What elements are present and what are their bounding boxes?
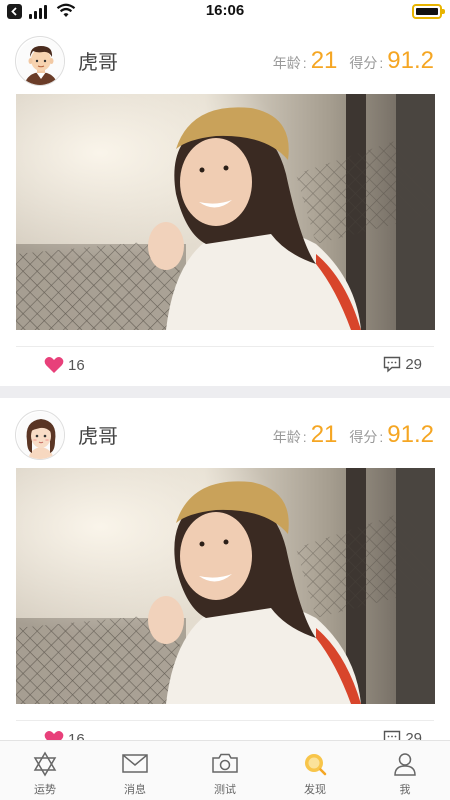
heart-icon — [44, 730, 64, 740]
like-button[interactable]: 16 — [44, 356, 85, 374]
score-label: 得分 — [349, 430, 378, 446]
status-time: 16:06 — [205, 2, 245, 19]
tab-test[interactable]: 测试 — [180, 741, 270, 800]
male-avatar-icon[interactable] — [15, 36, 65, 86]
tab-fortune[interactable]: 运势 — [0, 741, 90, 800]
comment-button[interactable]: 29 — [383, 730, 422, 740]
envelope-icon — [122, 754, 148, 773]
divider — [16, 346, 434, 347]
username[interactable]: 虎哥 — [78, 420, 118, 449]
like-count: 16 — [68, 356, 85, 374]
age-value: 21 — [310, 47, 338, 74]
heart-icon — [44, 356, 64, 373]
tab-label: 测试 — [214, 783, 236, 796]
score-label: 得分 — [349, 56, 378, 72]
person-icon — [394, 753, 416, 776]
comment-button[interactable]: 29 — [383, 356, 422, 373]
username[interactable]: 虎哥 — [78, 46, 118, 75]
comment-icon — [384, 356, 401, 373]
score-value: 91.2 — [387, 47, 434, 74]
post-photo[interactable] — [16, 468, 435, 704]
star-of-david-icon — [33, 751, 57, 777]
female-avatar-icon[interactable] — [15, 410, 65, 460]
tab-discover[interactable]: 发现 — [270, 741, 360, 800]
score-value: 91.2 — [387, 421, 434, 448]
like-count: 16 — [68, 730, 85, 741]
card-separator — [0, 386, 450, 398]
tab-label: 运势 — [34, 783, 56, 796]
battery-icon — [412, 4, 445, 19]
status-bar: 16:06 — [0, 0, 450, 24]
tab-messages[interactable]: 消息 — [90, 741, 180, 800]
comment-icon — [384, 730, 401, 740]
tab-label: 消息 — [124, 783, 146, 796]
user-stats: 年龄:21 得分:91.2 — [272, 47, 434, 74]
comment-count: 29 — [405, 730, 422, 740]
discover-icon — [305, 754, 327, 776]
bottom-tab-bar: 运势 消息 测试 发现 我 — [0, 740, 450, 800]
camera-icon — [212, 753, 238, 773]
feed-card[interactable]: 虎哥 年龄:21 得分:91.2 16 29 — [0, 398, 450, 740]
tab-label: 发现 — [304, 783, 326, 796]
user-stats: 年龄:21 得分:91.2 — [272, 421, 434, 448]
tab-label: 我 — [399, 783, 411, 796]
divider — [16, 720, 434, 721]
age-value: 21 — [310, 421, 338, 448]
age-label: 年龄 — [272, 56, 301, 72]
post-photo[interactable] — [16, 94, 435, 330]
comment-count: 29 — [405, 356, 422, 373]
like-button[interactable]: 16 — [44, 730, 85, 740]
tab-me[interactable]: 我 — [360, 741, 450, 800]
age-label: 年龄 — [272, 430, 301, 446]
feed-card[interactable]: 虎哥 年龄:21 得分:91.2 16 29 — [0, 24, 450, 386]
